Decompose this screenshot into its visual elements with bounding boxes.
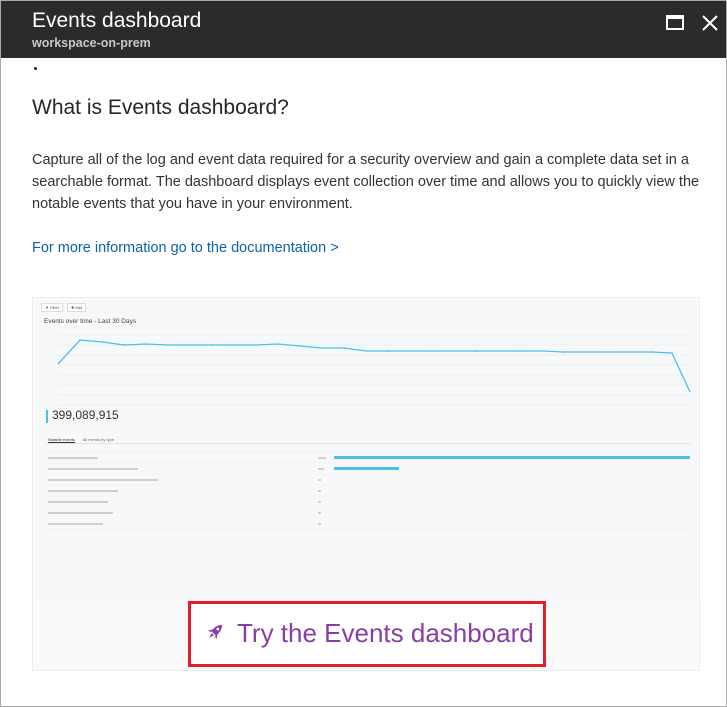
- preview-events-table: [46, 451, 691, 530]
- blade-title: Events dashboard: [32, 9, 202, 32]
- preview-chart-title: Events over time - Last 30 Days: [44, 318, 137, 325]
- preview-total-accent: [46, 410, 48, 423]
- bullet-dot: [34, 67, 37, 70]
- maximize-icon: [666, 15, 684, 30]
- preview-divider: [46, 443, 691, 444]
- dashboard-preview-image: ▼ Filter ✚ Add Events over time - Last 3…: [36, 300, 697, 600]
- blade-header: Events dashboard workspace-on-prem: [1, 1, 726, 58]
- section-heading: What is Events dashboard?: [32, 96, 289, 119]
- blade-subtitle: workspace-on-prem: [32, 36, 151, 50]
- maximize-button[interactable]: [663, 11, 687, 35]
- preview-filter-button: ▼ Filter: [41, 303, 63, 312]
- close-icon: [702, 15, 718, 31]
- events-dashboard-blade: Events dashboard workspace-on-prem What …: [0, 0, 727, 707]
- preview-add-button: ✚ Add: [66, 303, 87, 312]
- documentation-link[interactable]: For more information go to the documenta…: [32, 240, 339, 256]
- close-button[interactable]: [698, 11, 722, 35]
- preview-toolbar: ▼ Filter ✚ Add: [41, 303, 87, 312]
- try-events-dashboard-button[interactable]: Try the Events dashboard: [188, 601, 546, 667]
- cta-label: Try the Events dashboard: [237, 618, 534, 648]
- rocket-icon: [207, 624, 223, 640]
- dashboard-preview-card: ▼ Filter ✚ Add Events over time - Last 3…: [32, 297, 700, 671]
- preview-line-chart: [57, 334, 691, 406]
- preview-total-count: 399,089,915: [52, 408, 119, 422]
- description-text: Capture all of the log and event data re…: [32, 152, 700, 212]
